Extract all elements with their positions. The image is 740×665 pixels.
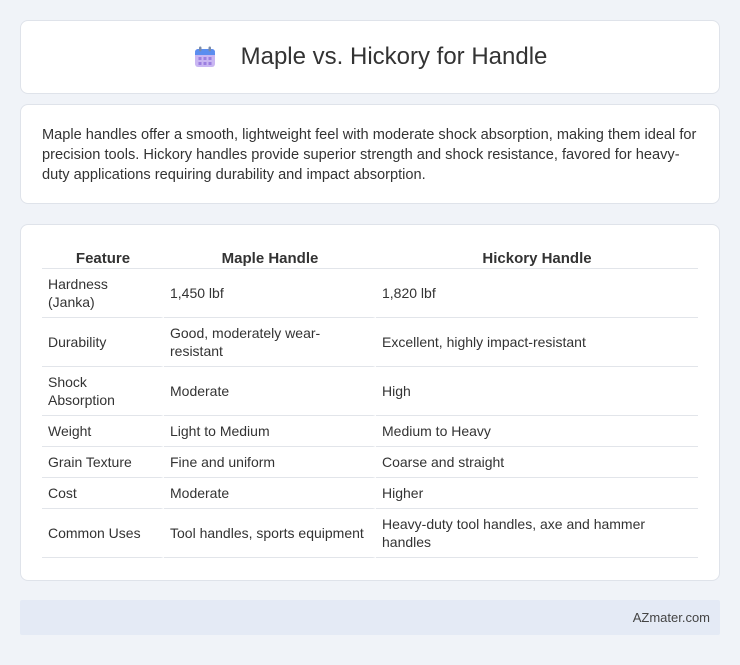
cell-feature: Cost: [42, 478, 164, 509]
cell-hickory: Excellent, highly impact-resistant: [376, 318, 698, 367]
summary-paragraph: Maple handles offer a smooth, lightweigh…: [42, 127, 697, 183]
header-hickory: Hickory Handle: [376, 243, 698, 269]
comparison-card: Feature Maple Handle Hickory Handle Hard…: [20, 224, 720, 581]
cell-feature: Hardness (Janka): [42, 269, 164, 318]
table-row: Weight Light to Medium Medium to Heavy: [42, 416, 698, 447]
table-row: Common Uses Tool handles, sports equipme…: [42, 509, 698, 558]
cell-feature: Shock Absorption: [42, 367, 164, 416]
cell-feature: Durability: [42, 318, 164, 367]
table-row: Hardness (Janka) 1,450 lbf 1,820 lbf: [42, 269, 698, 318]
header-maple: Maple Handle: [164, 243, 376, 269]
cell-feature: Weight: [42, 416, 164, 447]
cell-hickory: High: [376, 367, 698, 416]
comparison-table: Feature Maple Handle Hickory Handle Hard…: [42, 243, 698, 558]
title-card: Maple vs. Hickory for Handle: [20, 20, 720, 94]
cell-feature: Grain Texture: [42, 447, 164, 478]
page-title: Maple vs. Hickory for Handle: [240, 43, 548, 70]
footer-bar: AZmater.com: [20, 600, 720, 635]
summary-card: Maple handles offer a smooth, lightweigh…: [20, 104, 720, 204]
cell-maple: Tool handles, sports equipment: [164, 509, 376, 558]
cell-hickory: Higher: [376, 478, 698, 509]
cell-maple: Good, moderately wear-resistant: [164, 318, 376, 367]
cell-maple: 1,450 lbf: [164, 269, 376, 318]
table-header-row: Feature Maple Handle Hickory Handle: [42, 243, 698, 269]
table-row: Cost Moderate Higher: [42, 478, 698, 509]
cell-maple: Moderate: [164, 367, 376, 416]
header-feature: Feature: [42, 243, 164, 269]
calendar-icon: [193, 45, 217, 69]
cell-feature: Common Uses: [42, 509, 164, 558]
cell-hickory: Medium to Heavy: [376, 416, 698, 447]
cell-hickory: 1,820 lbf: [376, 269, 698, 318]
cell-hickory: Heavy-duty tool handles, axe and hammer …: [376, 509, 698, 558]
cell-maple: Light to Medium: [164, 416, 376, 447]
table-row: Durability Good, moderately wear-resista…: [42, 318, 698, 367]
table-row: Grain Texture Fine and uniform Coarse an…: [42, 447, 698, 478]
table-row: Shock Absorption Moderate High: [42, 367, 698, 416]
cell-maple: Fine and uniform: [164, 447, 376, 478]
footer-brand: AZmater.com: [632, 610, 710, 625]
cell-hickory: Coarse and straight: [376, 447, 698, 478]
cell-maple: Moderate: [164, 478, 376, 509]
